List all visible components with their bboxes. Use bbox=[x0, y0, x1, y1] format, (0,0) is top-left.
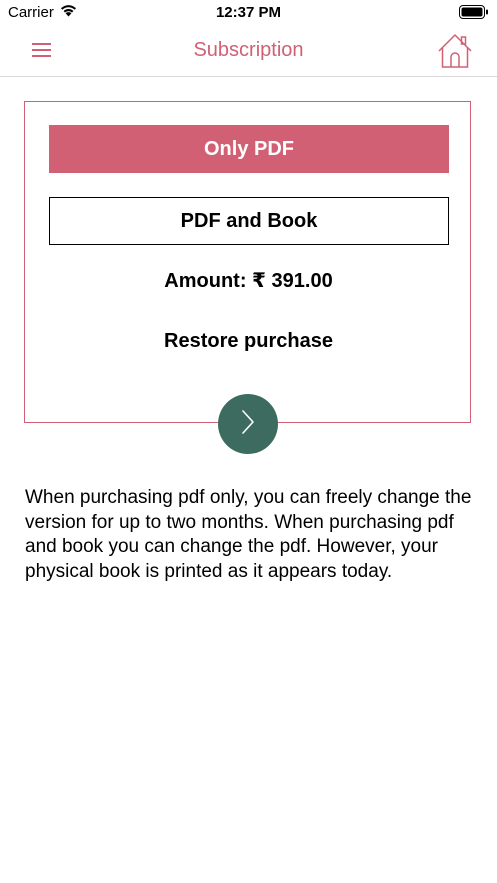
status-bar: Carrier 12:37 PM bbox=[0, 0, 497, 26]
only-pdf-button[interactable]: Only PDF bbox=[49, 125, 449, 173]
next-button[interactable] bbox=[218, 394, 278, 454]
navigation-bar: Subscription bbox=[0, 26, 497, 77]
chevron-right-icon bbox=[238, 409, 258, 440]
home-icon[interactable] bbox=[437, 32, 473, 75]
pdf-and-book-button[interactable]: PDF and Book bbox=[49, 197, 449, 245]
battery-icon bbox=[459, 5, 489, 24]
page-title: Subscription bbox=[193, 39, 304, 61]
subscription-card: Only PDF PDF and Book Amount: ₹ 391.00 R… bbox=[24, 101, 471, 423]
restore-purchase-button[interactable]: Restore purchase bbox=[25, 330, 472, 353]
info-description: When purchasing pdf only, you can freely… bbox=[25, 487, 472, 582]
status-time: 12:37 PM bbox=[215, 4, 282, 21]
amount-label: Amount: ₹ 391.00 bbox=[164, 270, 333, 292]
